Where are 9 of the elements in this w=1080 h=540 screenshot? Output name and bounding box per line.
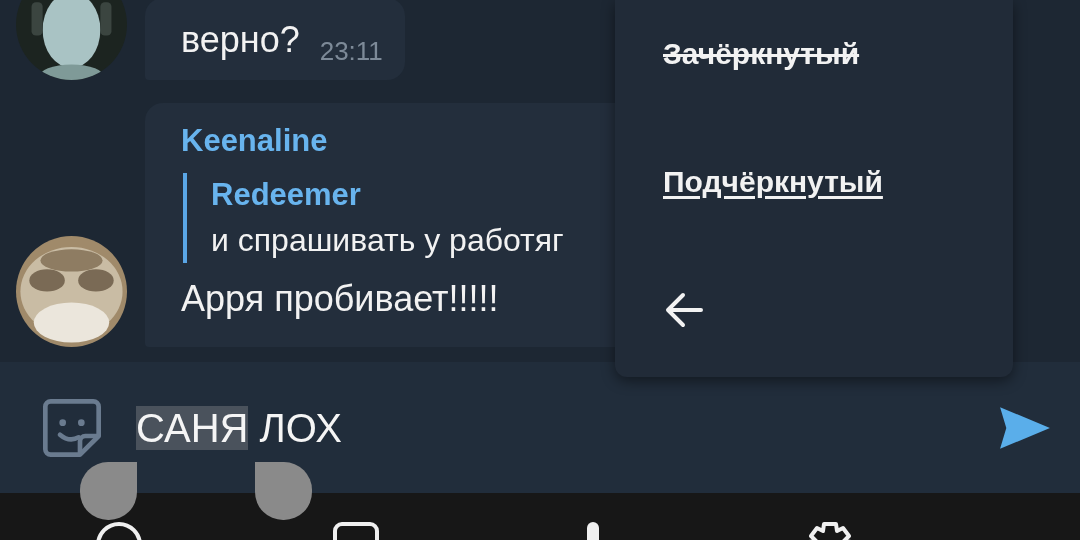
message-text: Арря пробивает!!!!!: [181, 277, 499, 321]
reply-sender-name: Redeemer: [211, 176, 361, 214]
menu-item[interactable]: Зачёркнутый: [663, 0, 860, 118]
back-arrow-icon[interactable]: [663, 290, 705, 330]
message-text: верно?: [181, 18, 300, 62]
reply-text: и спрашивать у работяг: [211, 221, 564, 260]
menu-item[interactable]: Подчёркнутый: [663, 118, 883, 246]
message-time: 23:11: [319, 36, 383, 67]
sender-name: Keenaline: [181, 122, 329, 160]
